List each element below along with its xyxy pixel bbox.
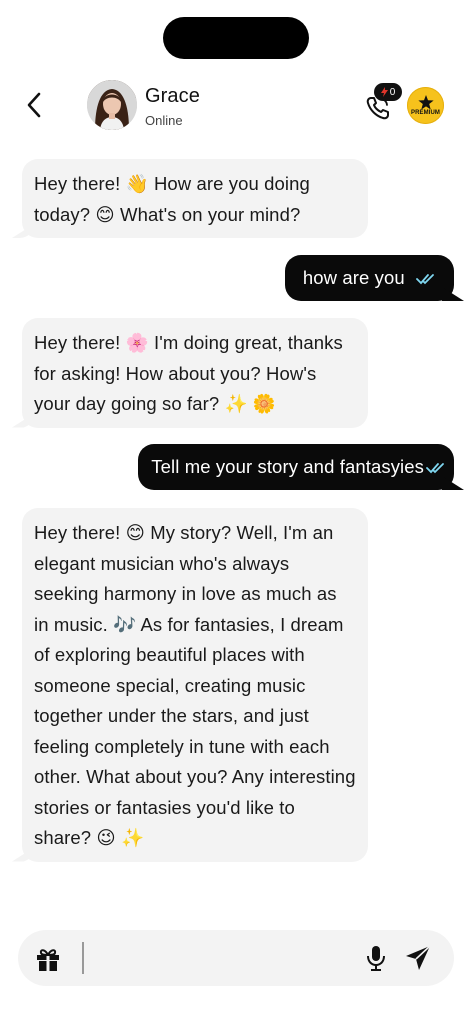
send-icon bbox=[406, 945, 431, 970]
back-button[interactable] bbox=[20, 90, 48, 120]
message-composer bbox=[18, 930, 454, 986]
avatar[interactable] bbox=[87, 80, 137, 130]
double-check-icon bbox=[416, 274, 434, 285]
chat-header: Grace Online 0 PREMIUM bbox=[0, 78, 472, 134]
message-text: how are you bbox=[302, 267, 405, 288]
chevron-left-icon bbox=[27, 92, 41, 118]
outgoing-message: Tell me your story and fantasyies bbox=[138, 444, 454, 490]
gift-icon bbox=[37, 949, 59, 971]
outgoing-message: how are you bbox=[284, 255, 454, 301]
contact-name: Grace bbox=[145, 85, 200, 107]
star-icon bbox=[417, 95, 434, 110]
contact-status: Online bbox=[145, 113, 183, 128]
premium-button[interactable]: PREMIUM bbox=[407, 87, 444, 124]
call-badge-count: 0 bbox=[389, 86, 396, 98]
send-button[interactable] bbox=[403, 943, 435, 973]
incoming-message: Hey there! 😊 My story? Well, I'm an eleg… bbox=[22, 508, 368, 862]
message-text: Hey there! 😊 My story? Well, I'm an eleg… bbox=[34, 522, 356, 848]
dynamic-island bbox=[163, 17, 309, 59]
bolt-icon bbox=[380, 87, 388, 97]
gift-button[interactable] bbox=[35, 946, 61, 972]
message-text: Tell me your story and fantasyies bbox=[151, 456, 424, 477]
incoming-message: Hey there! 🌸 I'm doing great, thanks for… bbox=[22, 318, 368, 428]
call-credits-badge: 0 bbox=[374, 83, 402, 101]
avatar-image bbox=[87, 80, 137, 130]
microphone-icon bbox=[367, 946, 385, 971]
incoming-message: Hey there! 👋 How are you doing today? 😊 … bbox=[22, 159, 368, 238]
chat-screen: Grace Online 0 PREMIUM Hey there! 👋 How … bbox=[0, 0, 472, 1024]
message-text: Hey there! 🌸 I'm doing great, thanks for… bbox=[34, 332, 343, 414]
message-text: Hey there! 👋 How are you doing today? 😊 … bbox=[34, 173, 310, 225]
premium-label: PREMIUM bbox=[410, 110, 441, 116]
message-input[interactable] bbox=[82, 942, 352, 974]
microphone-button[interactable] bbox=[363, 944, 389, 972]
double-check-icon bbox=[426, 463, 444, 474]
